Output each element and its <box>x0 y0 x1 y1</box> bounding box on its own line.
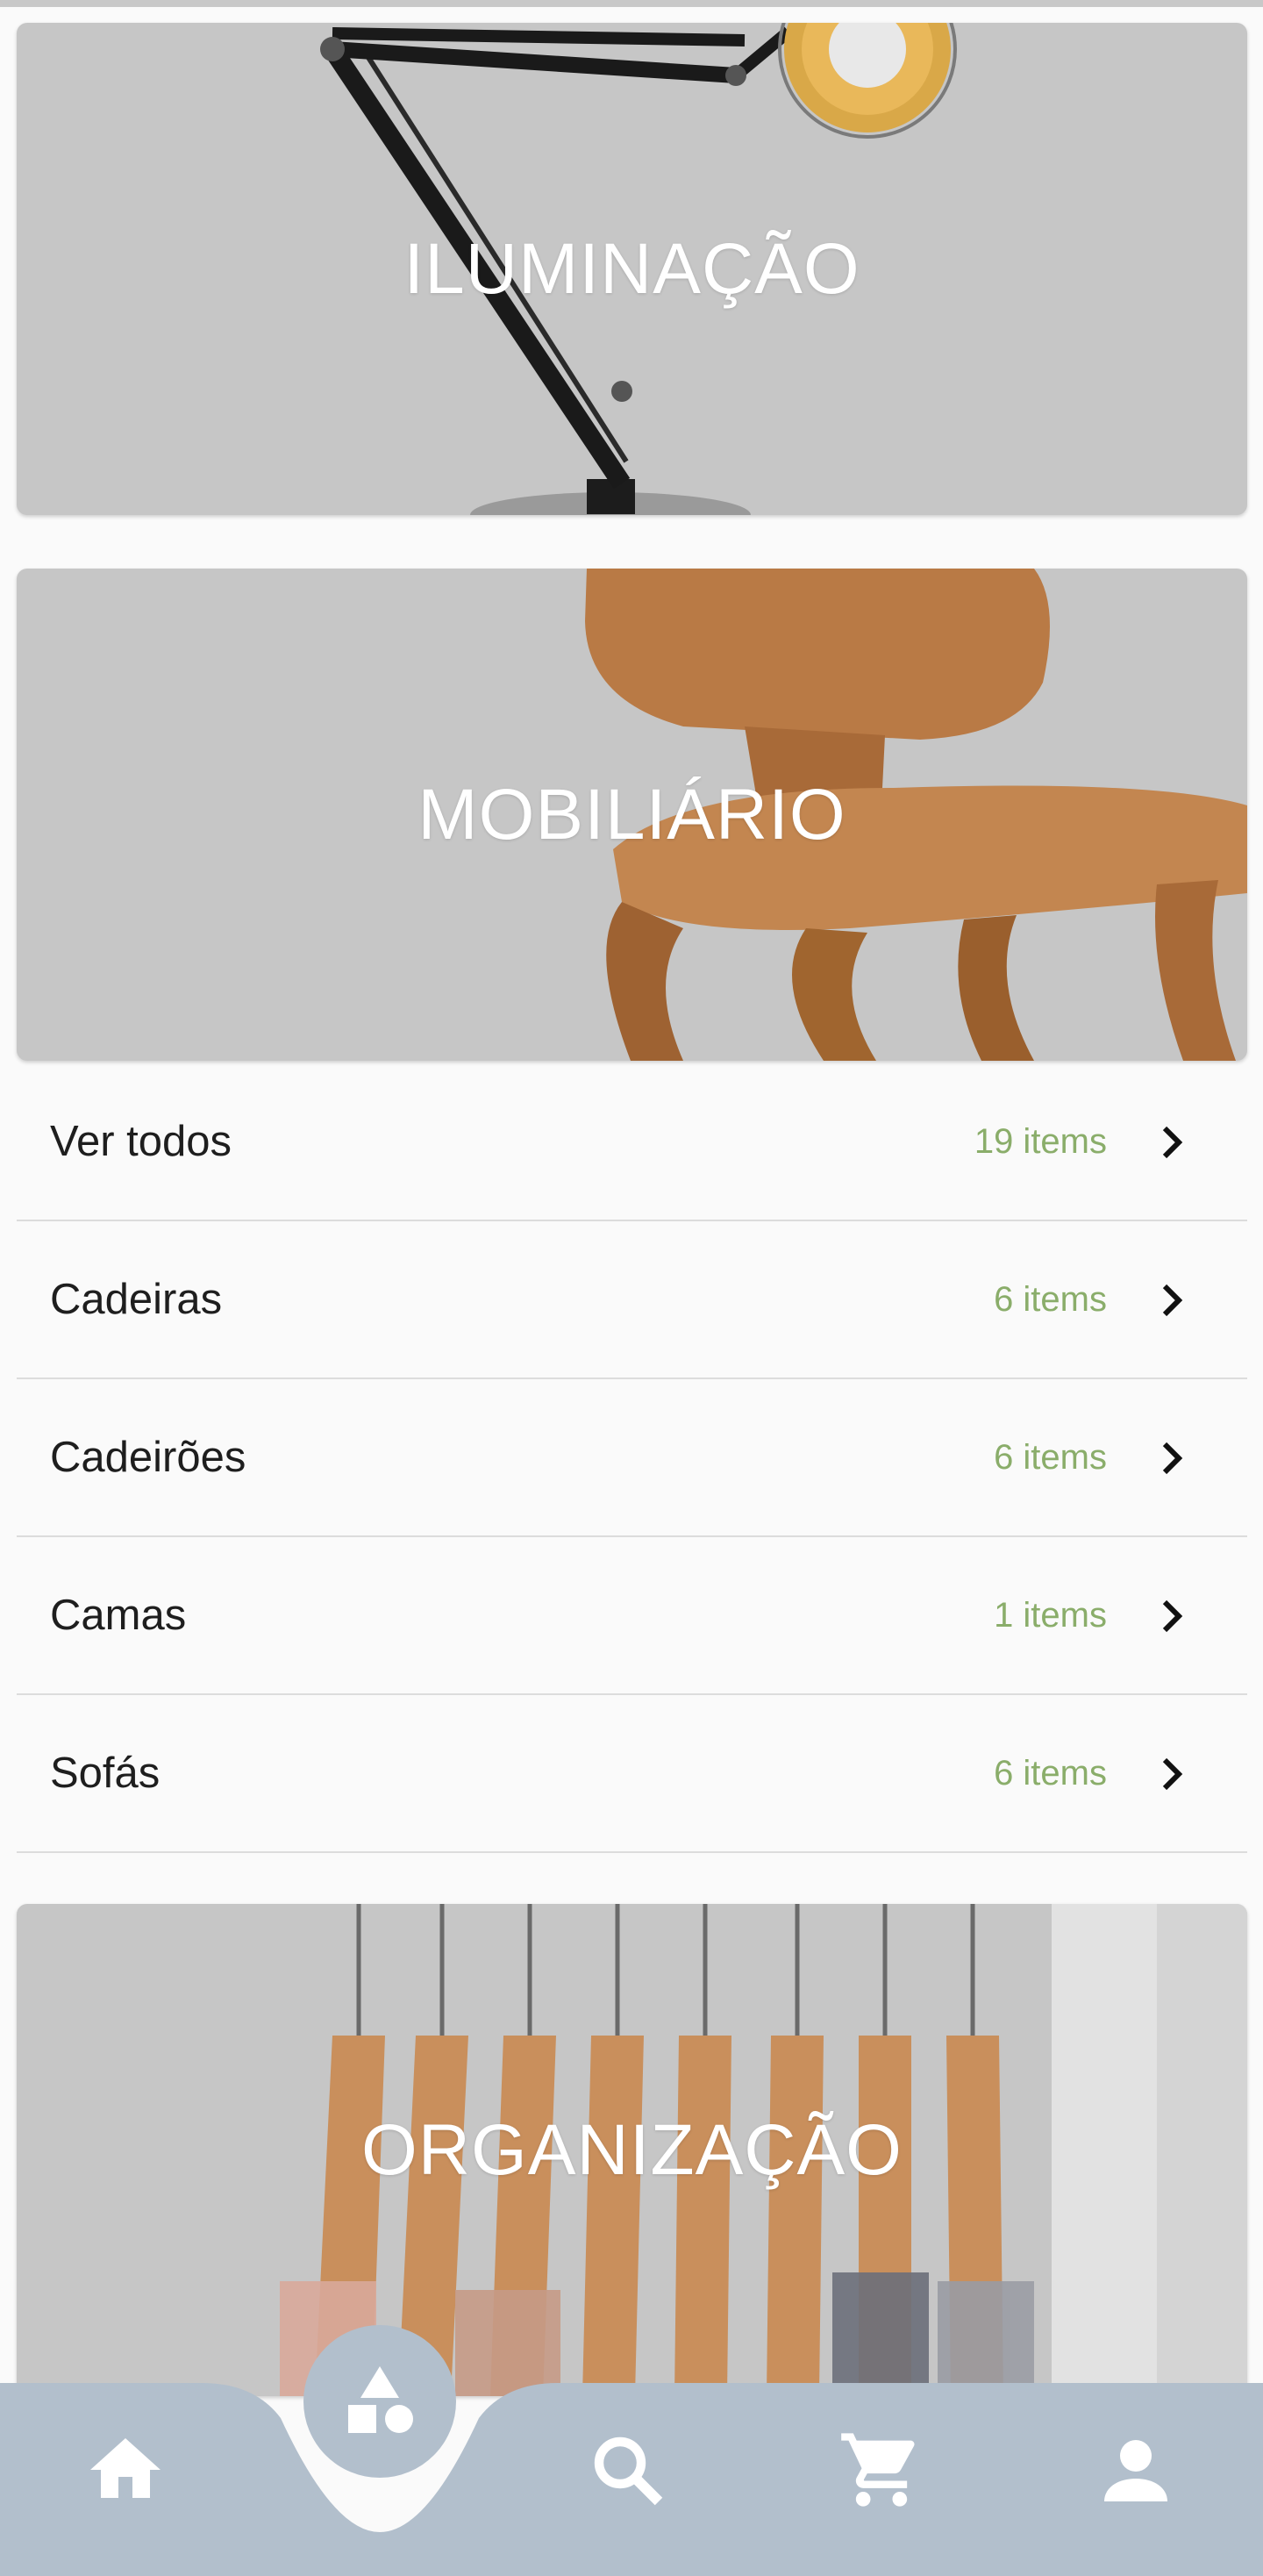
item-count: 19 items <box>974 1121 1107 1161</box>
cart-button[interactable] <box>833 2422 930 2518</box>
item-count: 6 items <box>994 1437 1107 1477</box>
category-card-organizacao[interactable]: ORGANIZAÇÃO <box>17 1904 1247 2396</box>
list-item[interactable]: Cadeiras 6 items <box>17 1221 1247 1379</box>
categories-icon <box>348 2366 413 2433</box>
list-item[interactable]: Ver todos 19 items <box>17 1063 1247 1221</box>
profile-icon <box>1104 2440 1167 2501</box>
subcategory-label: Camas <box>50 1592 187 1639</box>
category-title: ILUMINAÇÃO <box>403 228 860 309</box>
chevron-right-icon <box>1162 1757 1183 1791</box>
item-count: 1 items <box>994 1595 1107 1635</box>
subcategory-label: Cadeiras <box>50 1276 223 1323</box>
chevron-right-icon <box>1162 1442 1183 1475</box>
search-button[interactable] <box>579 2422 675 2518</box>
category-card-iluminacao[interactable]: ILUMINAÇÃO <box>17 23 1247 515</box>
chevron-right-icon <box>1162 1284 1183 1317</box>
category-title: MOBILIÁRIO <box>417 774 846 855</box>
cart-icon <box>841 2433 915 2507</box>
subcategory-list: Ver todos 19 items Cadeiras 6 items Cade… <box>17 1063 1247 1853</box>
category-card-mobiliario[interactable]: MOBILIÁRIO <box>17 569 1247 1061</box>
list-item[interactable]: Cadeirões 6 items <box>17 1379 1247 1537</box>
status-bar-strip <box>0 0 1263 7</box>
chevron-right-icon <box>1162 1126 1183 1159</box>
category-title: ORGANIZAÇÃO <box>361 2109 903 2190</box>
chevron-right-icon <box>1162 1599 1183 1633</box>
subcategory-label: Cadeirões <box>50 1434 246 1481</box>
categories-button[interactable] <box>303 2325 456 2478</box>
profile-button[interactable] <box>1088 2422 1184 2518</box>
subcategory-label: Sofás <box>50 1750 161 1797</box>
search-icon <box>594 2436 663 2506</box>
list-item[interactable]: Camas 1 items <box>17 1537 1247 1695</box>
subcategory-label: Ver todos <box>50 1118 232 1165</box>
item-count: 6 items <box>994 1753 1107 1792</box>
item-count: 6 items <box>994 1279 1107 1319</box>
home-button[interactable] <box>77 2422 174 2518</box>
home-icon <box>90 2438 161 2498</box>
list-item[interactable]: Sofás 6 items <box>17 1695 1247 1853</box>
